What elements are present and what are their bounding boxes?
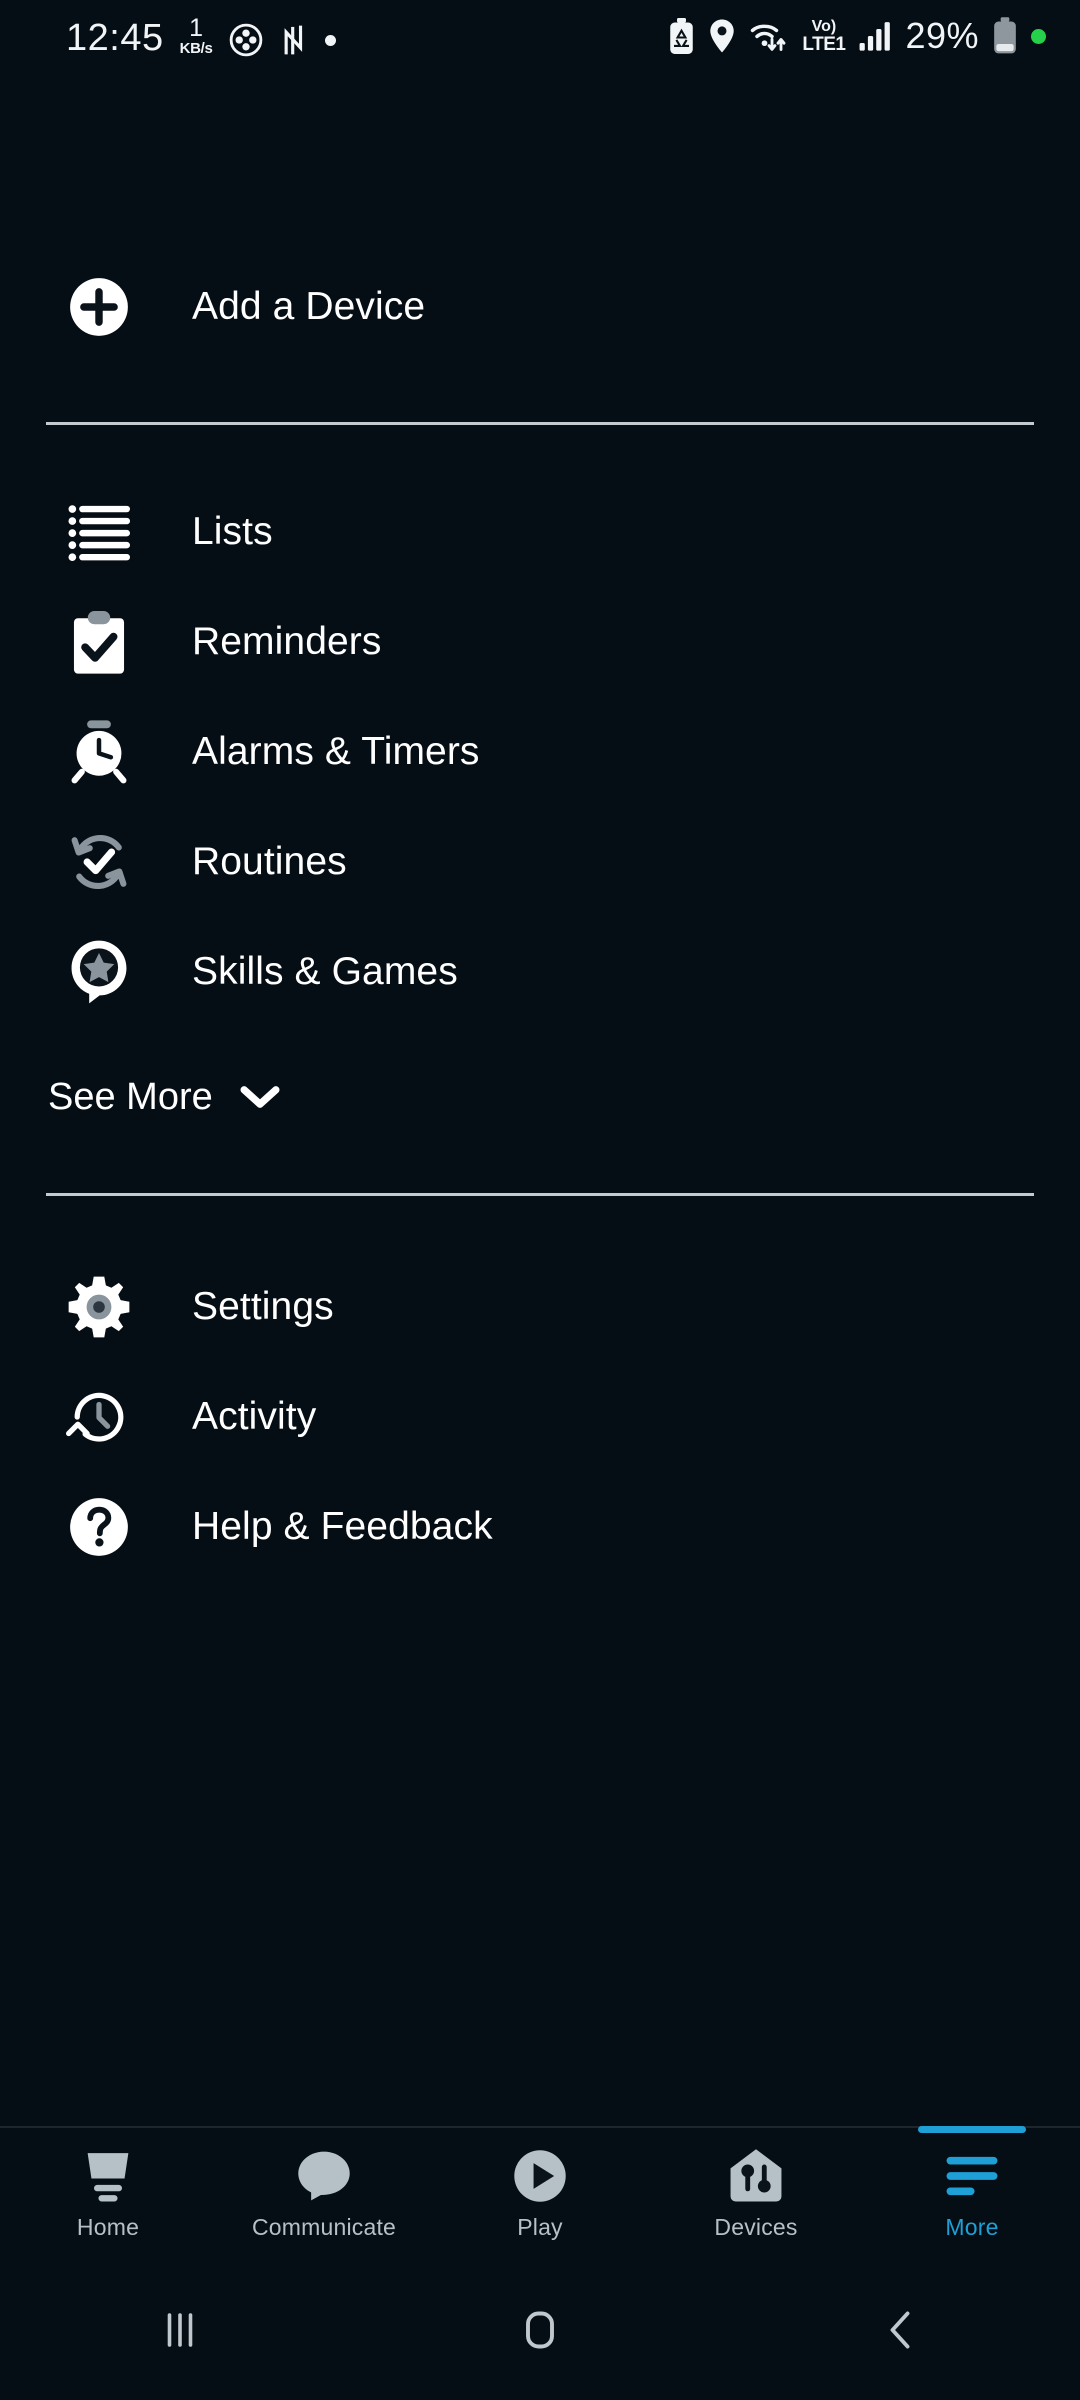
menu-item-label: Settings [192,1285,334,1328]
network-speed-value: 1 [189,13,204,42]
battery-percent-label: 29% [905,15,979,56]
home-square-icon[interactable] [360,2303,720,2357]
refresh-check-icon [66,829,132,895]
volte-line-1: Vo) [811,17,837,35]
gear-icon [66,1274,132,1340]
battery-icon [992,17,1018,55]
status-bar-left: 12:45 1 KB/s [66,13,336,59]
volte-line-2: LTE1 [802,33,846,55]
list-bullets-icon [66,499,132,565]
tab-label: Devices [714,2213,798,2240]
accessibility-icon [229,23,263,57]
android-nav-bar [0,2260,1080,2400]
tab-home[interactable]: Home [0,2128,216,2260]
tab-label: Play [517,2213,563,2240]
see-more-label: See More [48,1075,213,1118]
bottom-tab-bar: Home Communicate Play Devices More [0,2126,1080,2260]
menu-item-add-a-device[interactable]: Add a Device [0,252,1080,362]
menu-item-reminders[interactable]: Reminders [0,587,1080,697]
play-circle-icon [513,2148,567,2204]
tab-devices[interactable]: Devices [648,2128,864,2260]
tab-label: Home [76,2213,140,2240]
alarm-clock-icon [66,719,132,785]
tab-label: Communicate [251,2213,397,2240]
menu-item-activity[interactable]: Activity [0,1362,1080,1472]
menu-item-label: Lists [192,510,273,553]
volte-indicator: Vo) LTE1 [802,17,846,55]
tab-active-indicator [918,2126,1026,2133]
status-clock: 12:45 [66,16,164,59]
tab-communicate[interactable]: Communicate [216,2128,432,2260]
menu-item-label: Routines [192,840,347,883]
menu-item-label: Add a Device [192,285,426,328]
menu-item-settings[interactable]: Settings [0,1252,1080,1362]
dot-indicator-icon [324,34,336,46]
menu-item-label: Skills & Games [192,950,458,993]
menu-item-help-feedback[interactable]: Help & Feedback [0,1472,1080,1582]
cellular-signal-icon [858,20,892,52]
network-speed-indicator: 1 KB/s [179,13,213,57]
question-circle-icon [66,1494,132,1560]
recents-icon[interactable] [0,2303,360,2357]
green-dot-icon [1031,28,1046,44]
battery-saver-icon [668,18,695,54]
menu-item-lists[interactable]: Lists [0,477,1080,587]
more-menu-content: Add a Device Lists Reminders Alarms & Ti… [0,72,1080,2126]
back-chevron-icon[interactable] [720,2303,1080,2357]
menu-item-label: Activity [192,1395,317,1438]
menu-item-label: Alarms & Timers [192,730,480,773]
tab-play[interactable]: Play [432,2128,648,2260]
wifi-transfer-icon [749,18,789,54]
clock-history-icon [66,1384,132,1450]
see-more-button[interactable]: See More [0,1045,1080,1149]
chevron-down-icon [239,1084,281,1110]
alexa-more-screen: 12:45 1 KB/s Vo) LTE1 29% Add a Device L… [0,0,1080,2400]
echo-device-icon [80,2148,136,2204]
menu-item-label: Reminders [192,620,382,663]
menu-item-alarms-timers[interactable]: Alarms & Timers [0,697,1080,807]
tab-label: More [945,2213,999,2240]
location-pin-icon [708,18,736,54]
menu-item-label: Help & Feedback [192,1505,493,1548]
status-bar: 12:45 1 KB/s Vo) LTE1 29% [0,0,1080,72]
tab-more[interactable]: More [864,2126,1080,2260]
speech-bubble-star-icon [66,939,132,1005]
speech-bubble-icon [297,2148,351,2204]
plus-circle-icon [66,274,132,340]
home-sliders-icon [729,2148,783,2204]
nfc-icon [279,23,309,57]
menu-item-skills-games[interactable]: Skills & Games [0,917,1080,1027]
clipboard-check-icon [66,609,132,675]
hamburger-menu-icon [944,2148,1000,2204]
network-speed-unit: KB/s [179,39,213,57]
status-bar-right: Vo) LTE1 29% [668,15,1046,57]
menu-item-routines[interactable]: Routines [0,807,1080,917]
